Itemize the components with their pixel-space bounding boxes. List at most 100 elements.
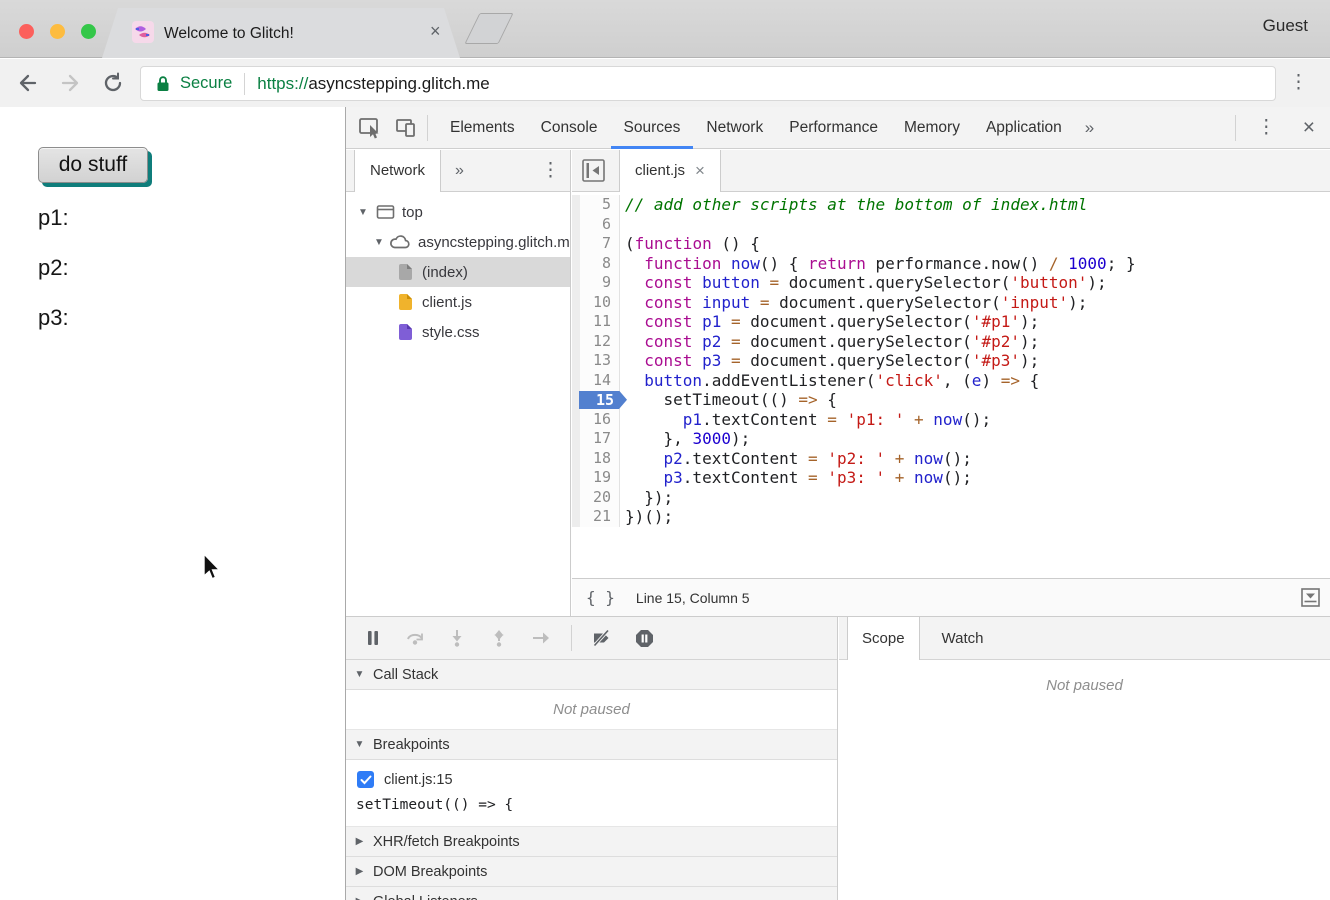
line-number-gutter[interactable]: 16 xyxy=(572,410,620,430)
section-expand-icon[interactable]: ▼ xyxy=(346,739,373,750)
devtools-tab-memory[interactable]: Memory xyxy=(891,107,973,149)
line-number-gutter[interactable]: 12 xyxy=(572,332,620,352)
section-expand-icon[interactable]: ▶ xyxy=(346,866,373,877)
browser-tab[interactable]: Welcome to Glitch! × xyxy=(102,8,460,58)
browser-menu-icon[interactable]: ⋮ xyxy=(1289,73,1308,92)
line-number-gutter[interactable]: 19 xyxy=(572,468,620,488)
code-line-text[interactable]: (function () { xyxy=(620,234,760,254)
window-minimize-button[interactable] xyxy=(50,24,65,39)
reload-icon[interactable] xyxy=(101,71,125,100)
expand-sidebar-icon[interactable] xyxy=(1300,587,1321,608)
profile-label[interactable]: Guest xyxy=(1263,16,1308,36)
navigator-menu-icon[interactable]: ⋮ xyxy=(541,161,560,180)
editor-tab-clientjs[interactable]: client.js × xyxy=(619,150,721,192)
line-number-gutter[interactable]: 9 xyxy=(572,273,620,293)
step-icon[interactable] xyxy=(520,617,562,660)
breakpoint-marker[interactable]: 15 xyxy=(579,391,627,410)
code-line-text[interactable]: p1.textContent = 'p1: ' + now(); xyxy=(620,410,991,430)
code-line-text[interactable]: p2.textContent = 'p2: ' + now(); xyxy=(620,449,972,469)
section-header-xhr-fetch-breakpoints[interactable]: ▶XHR/fetch Breakpoints xyxy=(346,827,837,857)
devtools-menu-icon[interactable]: ⋮ xyxy=(1245,118,1288,137)
breakpoint-checkbox[interactable] xyxy=(357,771,374,788)
section-header-global-listeners[interactable]: ▶Global Listeners xyxy=(346,887,837,900)
line-number-gutter[interactable]: 11 xyxy=(572,312,620,332)
url-field[interactable]: Secure https://asyncstepping.glitch.me xyxy=(140,66,1276,101)
tree-item-asyncstepping-glitch-me[interactable]: ▼asyncstepping.glitch.me xyxy=(346,227,570,257)
line-number-gutter[interactable]: 20 xyxy=(572,488,620,508)
step-over-icon[interactable] xyxy=(394,617,436,660)
devtools-close-icon[interactable]: × xyxy=(1288,116,1330,140)
window-close-button[interactable] xyxy=(19,24,34,39)
back-icon[interactable] xyxy=(16,71,40,100)
code-line-text[interactable]: button.addEventListener('click', (e) => … xyxy=(620,371,1039,391)
devtools-tab-application[interactable]: Application xyxy=(973,107,1075,149)
devtools-tab-elements[interactable]: Elements xyxy=(437,107,528,149)
code-line-text[interactable] xyxy=(620,215,625,235)
line-number-gutter[interactable]: 17 xyxy=(572,429,620,449)
section-header-breakpoints[interactable]: ▼Breakpoints xyxy=(346,730,837,760)
deactivate-breakpoints-icon[interactable] xyxy=(581,617,623,660)
tab-close-icon[interactable]: × xyxy=(430,21,441,42)
line-number-gutter[interactable]: 8 xyxy=(572,254,620,274)
more-tabs-icon[interactable]: » xyxy=(1075,118,1104,138)
code-editor[interactable]: 5// add other scripts at the bottom of i… xyxy=(572,193,1330,578)
section-expand-icon[interactable]: ▼ xyxy=(346,669,373,680)
pretty-print-icon[interactable]: { } xyxy=(586,588,615,607)
devtools-tab-sources[interactable]: Sources xyxy=(611,107,694,149)
tree-item--index-[interactable]: (index) xyxy=(346,257,570,287)
breakpoint-entry[interactable]: client.js:15setTimeout(() => { xyxy=(346,760,837,827)
code-line-text[interactable]: const p3 = document.querySelector('#p3')… xyxy=(620,351,1039,371)
devtools-tab-console[interactable]: Console xyxy=(528,107,611,149)
line-number-gutter[interactable]: 13 xyxy=(572,351,620,371)
section-expand-icon[interactable]: ▶ xyxy=(346,896,373,900)
line-number-gutter[interactable]: 14 xyxy=(572,371,620,391)
code-line-text[interactable]: const p2 = document.querySelector('#p2')… xyxy=(620,332,1039,352)
inspect-element-icon[interactable] xyxy=(358,116,384,140)
line-number-gutter[interactable]: 5 xyxy=(572,195,620,215)
code-line-text[interactable]: }, 3000); xyxy=(620,429,750,449)
code-line-text[interactable]: setTimeout(() => { xyxy=(620,390,837,410)
breakpoint-location-label[interactable]: client.js:15 xyxy=(384,772,453,788)
tree-expand-icon[interactable]: ▼ xyxy=(354,207,372,218)
scope-tab-watch[interactable]: Watch xyxy=(928,617,998,660)
scope-tab-scope[interactable]: Scope xyxy=(847,617,920,660)
step-into-icon[interactable] xyxy=(436,617,478,660)
line-number-gutter[interactable]: 10 xyxy=(572,293,620,313)
editor-tab-close-icon[interactable]: × xyxy=(695,150,705,192)
code-line-text[interactable]: const p1 = document.querySelector('#p1')… xyxy=(620,312,1039,332)
code-line-text[interactable]: function now() { return performance.now(… xyxy=(620,254,1136,274)
section-header-call-stack[interactable]: ▼Call Stack xyxy=(346,660,837,690)
navigator-tab-network[interactable]: Network xyxy=(354,150,441,192)
code-line: 11 const p1 = document.querySelector('#p… xyxy=(572,312,1330,332)
tree-item-client-js[interactable]: client.js xyxy=(346,287,570,317)
tree-item-top[interactable]: ▼top xyxy=(346,197,570,227)
devtools-tab-performance[interactable]: Performance xyxy=(776,107,891,149)
code-line-text[interactable]: const button = document.querySelector('b… xyxy=(620,273,1107,293)
do-stuff-button[interactable]: do stuff xyxy=(38,147,148,183)
line-number-gutter[interactable]: 18 xyxy=(572,449,620,469)
new-tab-button[interactable] xyxy=(464,13,513,44)
pause-on-exceptions-icon[interactable] xyxy=(623,617,665,660)
code-line-text[interactable]: const input = document.querySelector('in… xyxy=(620,293,1087,313)
line-number-gutter[interactable]: 21 xyxy=(572,507,620,527)
devtools-tab-network[interactable]: Network xyxy=(693,107,776,149)
window-zoom-button[interactable] xyxy=(81,24,96,39)
code-line-text[interactable]: })(); xyxy=(620,507,673,527)
tree-expand-icon[interactable]: ▼ xyxy=(370,237,388,248)
section-header-dom-breakpoints[interactable]: ▶DOM Breakpoints xyxy=(346,857,837,887)
code-line-text[interactable]: }); xyxy=(620,488,673,508)
forward-icon[interactable] xyxy=(58,71,82,100)
step-out-icon[interactable] xyxy=(478,617,520,660)
tree-item-style-css[interactable]: style.css xyxy=(346,317,570,347)
navigator-more-tabs-icon[interactable]: » xyxy=(455,162,464,180)
device-toolbar-icon[interactable] xyxy=(394,116,418,140)
line-number-gutter[interactable]: 7 xyxy=(572,234,620,254)
line-number-gutter[interactable]: 15 xyxy=(572,390,620,410)
hide-navigator-icon[interactable] xyxy=(581,158,606,183)
code-line-text[interactable]: p3.textContent = 'p3: ' + now(); xyxy=(620,468,972,488)
line-number-gutter[interactable]: 6 xyxy=(572,215,620,235)
section-expand-icon[interactable]: ▶ xyxy=(346,836,373,847)
pause-script-icon[interactable] xyxy=(352,617,394,660)
code-line-text[interactable]: // add other scripts at the bottom of in… xyxy=(620,195,1087,215)
url-text[interactable]: https://asyncstepping.glitch.me xyxy=(257,74,489,94)
